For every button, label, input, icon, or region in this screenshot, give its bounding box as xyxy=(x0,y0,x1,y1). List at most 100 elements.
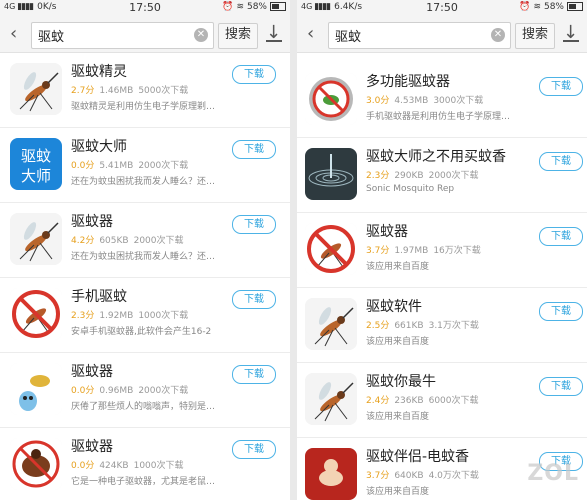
app-rating: 0.0分 xyxy=(71,386,95,396)
app-name[interactable]: 驱蚊器 xyxy=(71,361,113,381)
download-button[interactable]: 下载 xyxy=(539,77,583,96)
app-rating: 3.7分 xyxy=(366,471,390,481)
back-arrow-icon[interactable]: ‹ xyxy=(307,23,314,44)
app-meta: 2.3分 1.92MB 1000次下载 xyxy=(71,308,188,321)
mosquito-icon[interactable] xyxy=(10,213,62,265)
app-name[interactable]: 手机驱蚊 xyxy=(71,286,127,306)
app-list-item[interactable]: 驱蚊器 3.7分 1.97MB 16万次下载 该应用来自百度 下载 xyxy=(297,213,587,288)
mosquito-icon[interactable] xyxy=(305,298,357,350)
app-meta: 2.5分 661KB 3.1万次下载 xyxy=(366,318,479,331)
app-meta: 3.7分 1.97MB 16万次下载 xyxy=(366,243,481,256)
search-button[interactable]: 搜索 xyxy=(515,23,556,49)
right-phone-screen: 4G▮▮▮▮6.4K/s 17:50 ⏰≋58% ‹ ✕ 搜索 ↓ 多功能驱蚊器… xyxy=(297,0,587,500)
download-button[interactable]: 下载 xyxy=(539,377,583,396)
search-input[interactable] xyxy=(335,26,475,44)
app-name[interactable]: 驱蚊器 xyxy=(71,436,113,456)
app-list-item[interactable]: 驱蚊大师之不用买蚊香 2.3分 290KB 2000次下载 Sonic Mosquito… xyxy=(297,138,587,213)
alarm-icon: ⏰ xyxy=(222,2,234,12)
clear-icon[interactable]: ✕ xyxy=(194,28,208,42)
app-meta: 2.7分 1.46MB 5000次下载 xyxy=(71,83,188,96)
clear-icon[interactable]: ✕ xyxy=(491,28,505,42)
app-meta: 0.0分 0.96MB 2000次下载 xyxy=(71,383,188,396)
app-meta: 2.4分 236KB 6000次下载 xyxy=(366,393,479,406)
app-size: 661KB xyxy=(394,321,424,331)
app-name[interactable]: 驱蚊器 xyxy=(366,221,408,241)
app-size: 1.46MB xyxy=(99,86,134,96)
app-size: 290KB xyxy=(394,171,424,181)
download-button[interactable]: 下载 xyxy=(232,215,276,234)
app-name[interactable]: 多功能驱蚊器 xyxy=(366,71,450,91)
app-name[interactable]: 驱蚊精灵 xyxy=(71,61,127,81)
download-button[interactable]: 下载 xyxy=(232,440,276,459)
mosquito-icon[interactable] xyxy=(305,373,357,425)
app-description: 驱蚊精灵是利用仿生电子学原理剃… xyxy=(71,102,216,112)
app-name[interactable]: 驱蚊大师之不用买蚊香 xyxy=(366,146,506,166)
app-list-item[interactable]: 多功能驱蚊器 3.0分 4.53MB 3000次下载手机驱蚊器是利用仿生电子学原理… 下… xyxy=(297,63,587,138)
wifi-icon: ≋ xyxy=(533,2,541,12)
left-phone-screen: 4G▮▮▮▮0K/s 17:50 ⏰≋58% ‹ ✕ 搜索 ↓ 驱蚊精灵 2.7分… xyxy=(0,0,290,500)
app-list-item[interactable]: 驱蚊 大师 驱蚊大师 0.0分 5.41MB 2000次下载 还在为蚊虫困扰我而发人睡么？还… xyxy=(0,128,290,203)
app-size: 5.41MB xyxy=(99,161,134,171)
app-name[interactable]: 驱蚊伴侣-电蚊香 xyxy=(366,446,469,466)
text-logo-icon[interactable]: 驱蚊 大师 xyxy=(10,138,62,190)
app-download-count: 5000次下载 xyxy=(138,86,189,96)
mosquito-icon[interactable] xyxy=(10,63,62,115)
app-list-item[interactable]: 驱蚊精灵 2.7分 1.46MB 5000次下载驱蚊精灵是利用仿生电子学原理剃… 下载 xyxy=(0,53,290,128)
app-meta: 3.7分 640KB 4.0万次下载 xyxy=(366,468,479,481)
app-description: 该应用来自百度 xyxy=(366,262,430,272)
red-icon[interactable] xyxy=(305,448,357,500)
search-button[interactable]: 搜索 xyxy=(218,23,259,49)
cartoon-icon[interactable] xyxy=(10,363,62,415)
app-list-item[interactable]: 驱蚊你最牛 2.4分 236KB 6000次下载 该应用来自百度 下载 xyxy=(297,363,587,438)
app-download-count: 1000次下载 xyxy=(133,461,184,471)
download-manager-icon[interactable]: ↓ xyxy=(563,22,579,43)
app-list-item[interactable]: 手机驱蚊 2.3分 1.92MB 1000次下载安卓手机驱蚊器,此软件会产生16-2 下… xyxy=(0,278,290,353)
app-list-item[interactable]: 驱蚊器 4.2分 605KB 2000次下载还在为蚊虫困扰我而发人睡么？还… 下载 xyxy=(0,203,290,278)
download-button[interactable]: 下载 xyxy=(539,152,583,171)
app-rating: 3.0分 xyxy=(366,96,390,106)
download-button[interactable]: 下载 xyxy=(232,365,276,384)
app-download-count: 16万次下载 xyxy=(433,246,481,256)
search-input[interactable] xyxy=(38,26,178,44)
app-rating: 2.7分 xyxy=(71,86,95,96)
app-list-item[interactable]: 驱蚊软件 2.5分 661KB 3.1万次下载 该应用来自百度 下载 xyxy=(297,288,587,363)
no-mosquito-icon[interactable] xyxy=(10,288,62,340)
download-button[interactable]: 下载 xyxy=(539,302,583,321)
app-download-count: 3000次下载 xyxy=(433,96,484,106)
app-size: 1.92MB xyxy=(99,311,134,321)
download-button[interactable]: 下载 xyxy=(232,290,276,309)
search-box: ✕ xyxy=(31,22,214,49)
app-rating: 3.7分 xyxy=(366,246,390,256)
download-button[interactable]: 下载 xyxy=(232,140,276,159)
app-description: 厌倦了那些烦人的嗡嗡声，特别是… xyxy=(71,402,216,412)
app-name[interactable]: 驱蚊软件 xyxy=(366,296,422,316)
app-description: 还在为蚊虫困扰我而发人睡么？还… xyxy=(71,252,216,262)
download-button[interactable]: 下载 xyxy=(232,65,276,84)
app-meta: 4.2分 605KB 2000次下载 xyxy=(71,233,184,246)
app-download-count: 2000次下载 xyxy=(428,171,479,181)
back-arrow-icon[interactable]: ‹ xyxy=(10,23,17,44)
app-description: 该应用来自百度 xyxy=(366,337,430,347)
app-name[interactable]: 驱蚊你最牛 xyxy=(366,371,436,391)
app-rating: 2.4分 xyxy=(366,396,390,406)
ripple-icon[interactable] xyxy=(305,148,357,200)
app-list-item[interactable]: 驱蚊器 0.0分 424KB 1000次下载 它是一种电子驱蚊器，尤其是老鼠… 下载 xyxy=(0,428,290,500)
app-meta: 3.0分 4.53MB 3000次下载 xyxy=(366,93,483,106)
app-rating: 0.0分 xyxy=(71,161,95,171)
no-mosquito-icon[interactable] xyxy=(305,223,357,275)
app-description: Sonic Mosquito Rep xyxy=(366,184,455,194)
app-description: 手机驱蚊器是利用仿生电子学原理… xyxy=(366,112,511,122)
app-rating: 2.5分 xyxy=(366,321,390,331)
app-size: 640KB xyxy=(394,471,424,481)
search-box: ✕ xyxy=(328,22,511,49)
download-button[interactable]: 下载 xyxy=(539,227,583,246)
badge-icon[interactable] xyxy=(305,73,357,125)
download-manager-icon[interactable]: ↓ xyxy=(266,22,282,43)
app-meta: 0.0分 424KB 1000次下载 xyxy=(71,458,184,471)
app-list-item[interactable]: 驱蚊器 0.0分 0.96MB 2000次下载厌倦了那些烦人的嗡嗡声，特别是… 下载 xyxy=(0,353,290,428)
app-description: 安卓手机驱蚊器,此软件会产生16-2 xyxy=(71,327,212,337)
app-rating: 0.0分 xyxy=(71,461,95,471)
bug-icon[interactable] xyxy=(10,438,62,490)
app-name[interactable]: 驱蚊器 xyxy=(71,211,113,231)
app-name[interactable]: 驱蚊大师 xyxy=(71,136,127,156)
